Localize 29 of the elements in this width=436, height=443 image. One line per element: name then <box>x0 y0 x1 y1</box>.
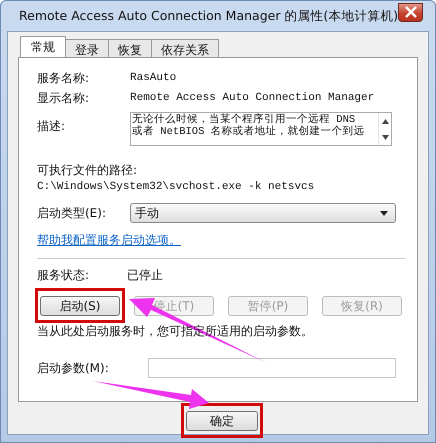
field-label: 启动参数(M): <box>37 360 110 376</box>
startup-type-dropdown[interactable]: 手动 <box>130 203 396 223</box>
tab[interactable]: 恢复 <box>108 39 152 57</box>
dropdown-arrow-icon <box>380 210 388 216</box>
service-name: RasAuto <box>130 72 176 84</box>
description-box[interactable]: 无论什么时候，当某个程序引用一个远程 DNS 或者 NetBIOS 名称或者地址，就创建一个到远 <box>130 112 392 146</box>
field-label: 描述: <box>37 118 66 135</box>
tab[interactable]: 登录 <box>65 39 109 57</box>
help-link[interactable]: 帮助我配置服务启动选项。 <box>37 232 181 249</box>
field-label: 服务状态: <box>37 267 90 284</box>
executable-path: C:\Windows\System32\svchost.exe -k netsvcs <box>37 181 316 193</box>
scroll-up-icon[interactable] <box>382 118 388 124</box>
tab[interactable]: 依存关系 <box>151 39 219 57</box>
scroll-down-icon[interactable] <box>382 134 388 140</box>
close-button[interactable] <box>398 2 423 22</box>
field-label: 可执行文件的路径: <box>37 162 138 179</box>
close-icon <box>404 6 418 18</box>
start-parameters-field[interactable] <box>148 358 396 378</box>
field-label: 服务名称: <box>37 70 90 86</box>
service-status: 已停止 <box>127 267 163 284</box>
field-label: 显示名称: <box>37 90 90 106</box>
description-line: 无论什么时候，当某个程序引用一个远程 DNS <box>132 114 356 126</box>
description-line: 或者 NetBIOS 名称或者地址，就创建一个到远 <box>132 126 365 138</box>
field-label: 启动类型(E): <box>37 204 107 222</box>
service-button[interactable]: 启动(S) <box>40 296 120 316</box>
display-name: Remote Access Auto Connection Manager <box>130 92 374 104</box>
ok-button[interactable]: 确定 <box>186 411 258 431</box>
tab[interactable]: 常规 <box>20 36 66 57</box>
window-title: Remote Access Auto Connection Manager 的属性(本地计算机) <box>19 8 398 24</box>
